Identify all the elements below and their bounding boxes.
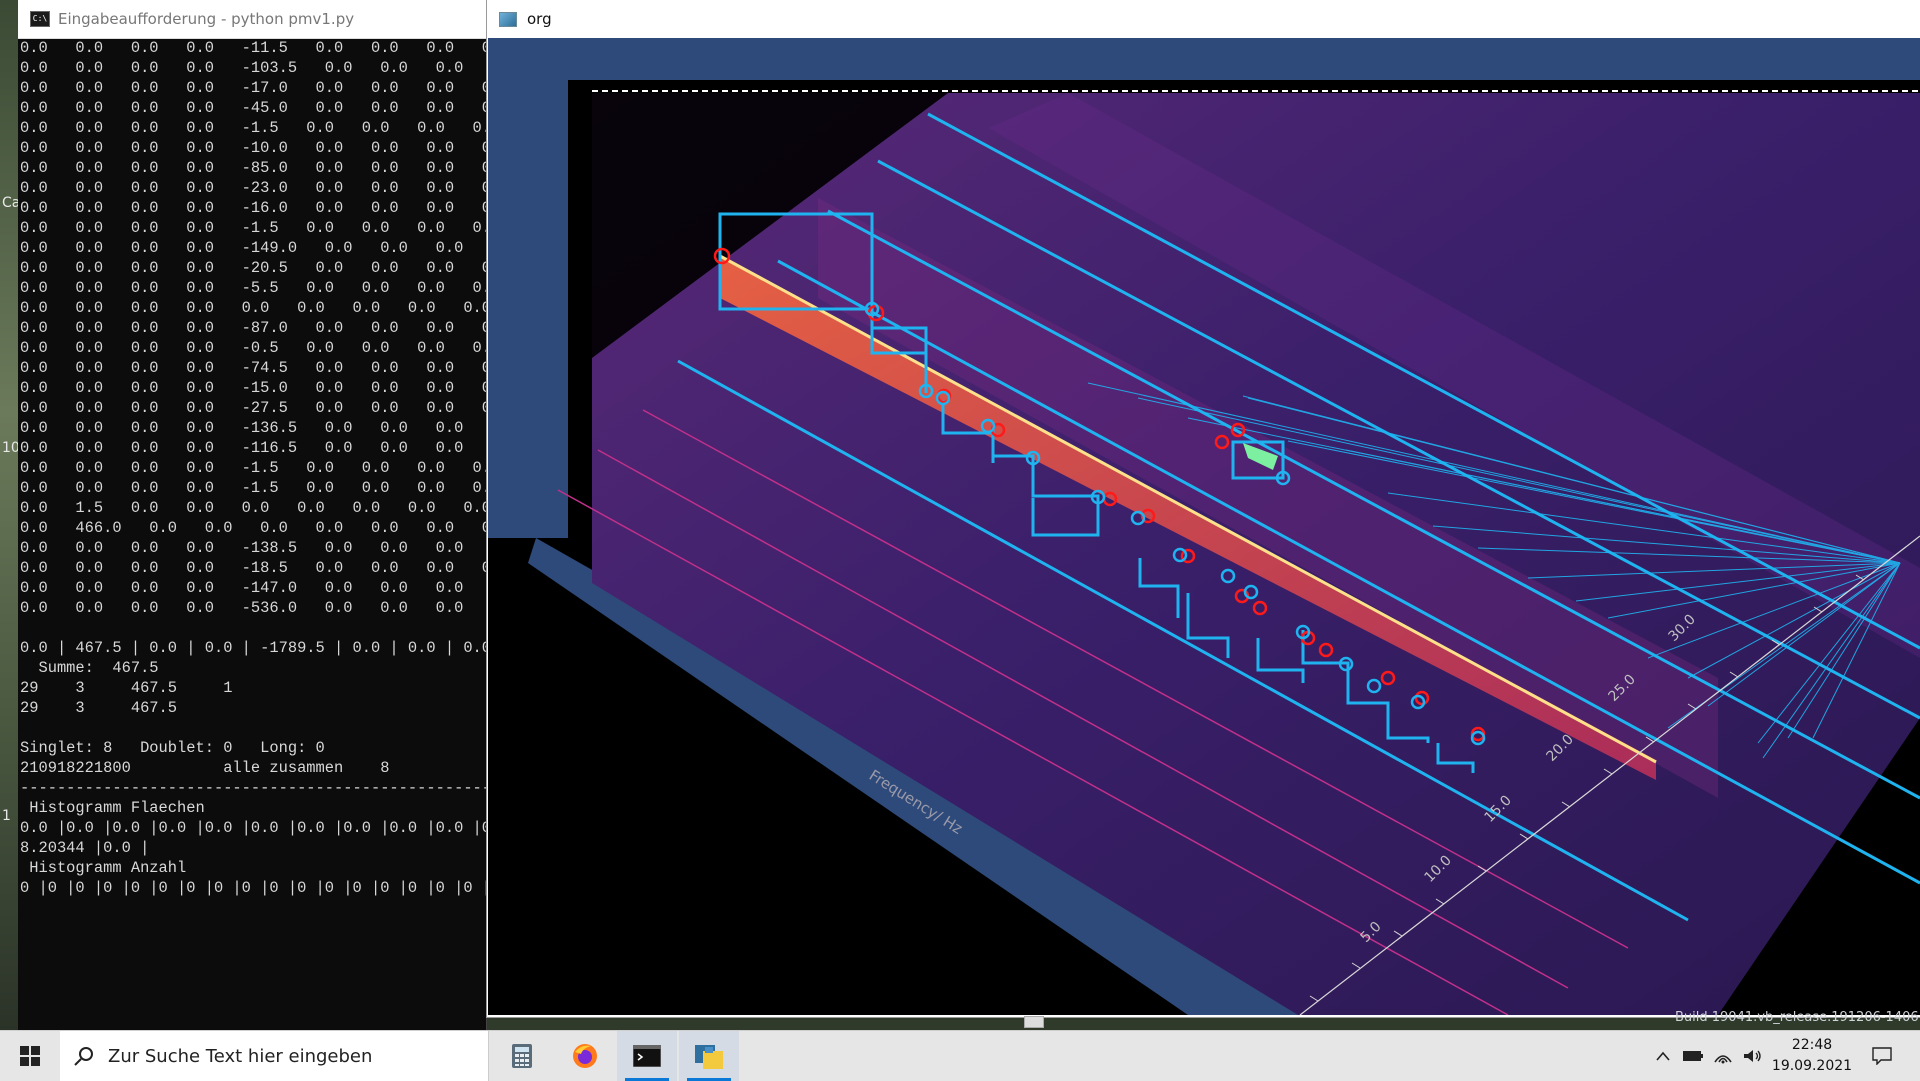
console-line: 0.0 0.0 0.0 0.0 -85.0 0.0 0.0 0.0 0.0 0. xyxy=(20,159,486,177)
console-line: 0.0 0.0 0.0 0.0 -27.5 0.0 0.0 0.0 0.0 0. xyxy=(20,399,486,417)
console-line: 0 |0 |0 |0 |0 |0 |0 |0 |0 |0 |0 |0 |0 |0… xyxy=(20,879,487,897)
system-clock[interactable]: 22:48 19.09.2021 xyxy=(1768,1035,1856,1077)
volume-icon xyxy=(1744,1050,1761,1062)
console-line: Summe: 467.5 xyxy=(20,659,159,677)
console-line: 0.0 0.0 0.0 0.0 -138.5 0.0 0.0 0.0 0.0 0 xyxy=(20,539,464,557)
plot-window-icon xyxy=(499,11,517,27)
console-window[interactable]: C:\ Eingabeaufforderung - python pmv1.py… xyxy=(18,0,487,1030)
console-line: 0.0 0.0 0.0 0.0 -17.0 0.0 0.0 0.0 0.0 0. xyxy=(20,79,486,97)
windows-build-watermark: Build 19041.vb_release.191206-1406 xyxy=(1675,1010,1919,1025)
start-button[interactable] xyxy=(0,1031,60,1081)
console-line: 0.0 0.0 0.0 0.0 -136.5 0.0 0.0 0.0 0.0 0 xyxy=(20,419,464,437)
console-icon xyxy=(633,1045,661,1067)
python-icon xyxy=(695,1045,723,1069)
console-line: 0.0 0.0 0.0 0.0 -103.5 0.0 0.0 0.0 0.0 0… xyxy=(20,59,464,77)
clock-time: 22:48 xyxy=(1791,1037,1833,1053)
console-line: 8.20344 |0.0 | xyxy=(20,839,150,857)
taskbar-app-python[interactable] xyxy=(679,1031,739,1081)
console-line: 0.0 0.0 0.0 0.0 -11.5 0.0 0.0 0.0 0.0 0. xyxy=(20,39,486,57)
desktop-icon-label: 1 xyxy=(2,808,11,824)
taskbar-app-console[interactable] xyxy=(617,1031,677,1081)
console-line: 0.0 0.0 0.0 0.0 -74.5 0.0 0.0 0.0 0.0 0. xyxy=(20,359,486,377)
windows-logo-icon xyxy=(20,1046,40,1066)
console-line: 0.0 1.5 0.0 0.0 0.0 0.0 0.0 0.0 0.0 0. xyxy=(20,499,487,517)
console-output[interactable]: 0.0 0.0 0.0 0.0 -11.5 0.0 0.0 0.0 0.0 0.… xyxy=(20,38,486,1030)
clock-date: 19.09.2021 xyxy=(1771,1058,1853,1074)
window-resize-grip[interactable] xyxy=(1024,1016,1044,1028)
plot-window[interactable]: org 5.0 10.0 15.0 20.0 25.0 30.0 Frequen… xyxy=(486,0,1920,1018)
console-line: 0.0 0.0 0.0 0.0 -20.5 0.0 0.0 0.0 0.0 0. xyxy=(20,259,486,277)
console-line: 0.0 0.0 0.0 0.0 -15.0 0.0 0.0 0.0 0.0 0. xyxy=(20,379,486,397)
search-icon xyxy=(74,1047,93,1066)
notification-center-button[interactable] xyxy=(1862,1031,1902,1081)
console-line: 29 3 467.5 1 xyxy=(20,679,233,697)
taskbar-search-box[interactable] xyxy=(60,1031,489,1081)
console-line: 0.0 |0.0 |0.0 |0.0 |0.0 |0.0 |0.0 |0.0 |… xyxy=(20,819,486,837)
tray-overflow-button[interactable] xyxy=(1652,1031,1674,1081)
desktop-background: Ca 10 1 xyxy=(0,0,20,1030)
battery-icon xyxy=(1683,1051,1703,1061)
search-input[interactable] xyxy=(106,1044,470,1068)
console-titlebar[interactable]: C:\ Eingabeaufforderung - python pmv1.py xyxy=(18,0,486,39)
console-line: 0.0 0.0 0.0 0.0 -5.5 0.0 0.0 0.0 0.0 0.0 xyxy=(20,279,486,297)
console-line: 0.0 0.0 0.0 0.0 -149.0 0.0 0.0 0.0 0.0 0 xyxy=(20,239,464,257)
console-line: 0.0 0.0 0.0 0.0 -87.0 0.0 0.0 0.0 0.0 0. xyxy=(20,319,486,337)
console-line: 0.0 0.0 0.0 0.0 -147.0 0.0 0.0 0.0 0.0 0 xyxy=(20,579,464,597)
plot-canvas[interactable]: 5.0 10.0 15.0 20.0 25.0 30.0 Frequency/ … xyxy=(488,38,1920,1015)
chevron-up-icon xyxy=(1656,1051,1670,1061)
console-line: Histogramm Anzahl xyxy=(20,859,187,877)
console-line: 0.0 466.0 0.0 0.0 0.0 0.0 0.0 0.0 0.0 0 xyxy=(20,519,486,537)
console-line: Singlet: 8 Doublet: 0 Long: 0 xyxy=(20,739,325,757)
console-line: 0.0 0.0 0.0 0.0 -1.5 0.0 0.0 0.0 0.0 0. xyxy=(20,479,486,497)
console-line: 0.0 0.0 0.0 0.0 -23.0 0.0 0.0 0.0 0.0 0. xyxy=(20,179,486,197)
console-line: 0.0 0.0 0.0 0.0 -18.5 0.0 0.0 0.0 0.0 0. xyxy=(20,559,486,577)
firefox-icon xyxy=(573,1044,597,1068)
console-title: Eingabeaufforderung - python pmv1.py xyxy=(58,10,355,28)
console-line: 0.0 0.0 0.0 0.0 -0.5 0.0 0.0 0.0 0.0 0.0 xyxy=(20,339,486,357)
spectrogram-3d-plot: 5.0 10.0 15.0 20.0 25.0 30.0 Frequency/ … xyxy=(488,38,1920,1015)
calculator-icon xyxy=(512,1044,532,1068)
tray-battery[interactable] xyxy=(1680,1031,1706,1081)
console-app-icon: C:\ xyxy=(30,11,50,27)
console-line: 0.0 0.0 0.0 0.0 -536.0 0.0 0.0 0.0 0.0 0 xyxy=(20,599,464,617)
console-line: 210918221800 alle zusammen 8 xyxy=(20,759,390,777)
notification-icon xyxy=(1872,1047,1892,1065)
taskbar: 22:48 19.09.2021 xyxy=(0,1030,1920,1081)
console-line: 0.0 0.0 0.0 0.0 -116.5 0.0 0.0 0.0 0.0 0 xyxy=(20,439,464,457)
console-line: Histogramm Flaechen xyxy=(20,799,205,817)
wifi-icon xyxy=(1714,1055,1732,1064)
taskbar-app-calculator[interactable] xyxy=(492,1031,552,1081)
console-line: ----------------------------------------… xyxy=(20,779,487,797)
console-line: 0.0 0.0 0.0 0.0 0.0 0.0 0.0 0.0 0.0 0.0 xyxy=(20,299,486,317)
tray-wifi[interactable] xyxy=(1710,1031,1736,1081)
plot-window-title: org xyxy=(527,10,552,28)
console-line: 0.0 0.0 0.0 0.0 -16.0 0.0 0.0 0.0 0.0 0. xyxy=(20,199,486,217)
console-line: 0.0 0.0 0.0 0.0 -45.0 0.0 0.0 0.0 0.0 0. xyxy=(20,99,486,117)
tray-volume[interactable] xyxy=(1740,1031,1766,1081)
console-line: 0.0 0.0 0.0 0.0 -1.5 0.0 0.0 0.0 0.0 0. xyxy=(20,219,486,237)
console-line: 29 3 467.5 xyxy=(20,699,178,717)
console-line: 0.0 0.0 0.0 0.0 -1.5 0.0 0.0 0.0 0.0 0. xyxy=(20,459,486,477)
console-line: 0.0 0.0 0.0 0.0 -10.0 0.0 0.0 0.0 0.0 0. xyxy=(20,139,486,157)
plot-titlebar[interactable]: org xyxy=(487,0,1920,38)
console-line: 0.0 | 467.5 | 0.0 | 0.0 | -1789.5 | 0.0 … xyxy=(20,639,487,657)
console-line: 0.0 0.0 0.0 0.0 -1.5 0.0 0.0 0.0 0.0 0. xyxy=(20,119,486,137)
taskbar-app-firefox[interactable] xyxy=(555,1031,615,1081)
